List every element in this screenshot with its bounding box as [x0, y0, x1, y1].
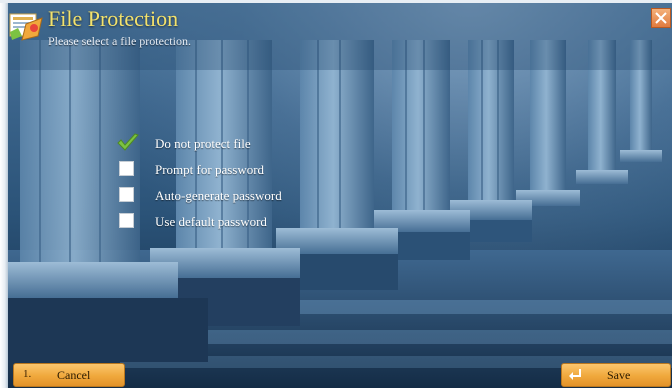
- enter-key-icon: [569, 369, 581, 380]
- cancel-button[interactable]: 1. Cancel: [13, 363, 125, 387]
- option-checkbox[interactable]: [119, 161, 134, 176]
- close-icon: [655, 12, 667, 24]
- page-subtitle: Please select a file protection.: [48, 34, 191, 48]
- background-pillars-image: [0, 0, 672, 388]
- page-title: File Protection: [48, 6, 179, 31]
- cancel-button-label: Cancel: [57, 368, 91, 382]
- option-checkbox[interactable]: [119, 213, 134, 228]
- option-label: Auto-generate password: [155, 188, 282, 203]
- save-button-label: Save: [607, 368, 631, 382]
- option-checkbox[interactable]: [117, 133, 139, 151]
- option-label: Do not protect file: [155, 136, 251, 151]
- checkmark-icon: [117, 133, 139, 151]
- option-checkbox[interactable]: [119, 187, 134, 202]
- close-button[interactable]: [651, 8, 671, 28]
- file-protection-dialog: File Protection Please select a file pro…: [0, 0, 672, 388]
- option-label: Prompt for password: [155, 162, 265, 177]
- window-left-border: [0, 0, 8, 388]
- window-top-border: [0, 0, 672, 3]
- option-label: Use default password: [155, 214, 267, 229]
- file-protection-app-icon: [9, 13, 43, 41]
- cancel-shortcut-key: 1.: [23, 368, 32, 380]
- save-button[interactable]: Save: [561, 363, 671, 387]
